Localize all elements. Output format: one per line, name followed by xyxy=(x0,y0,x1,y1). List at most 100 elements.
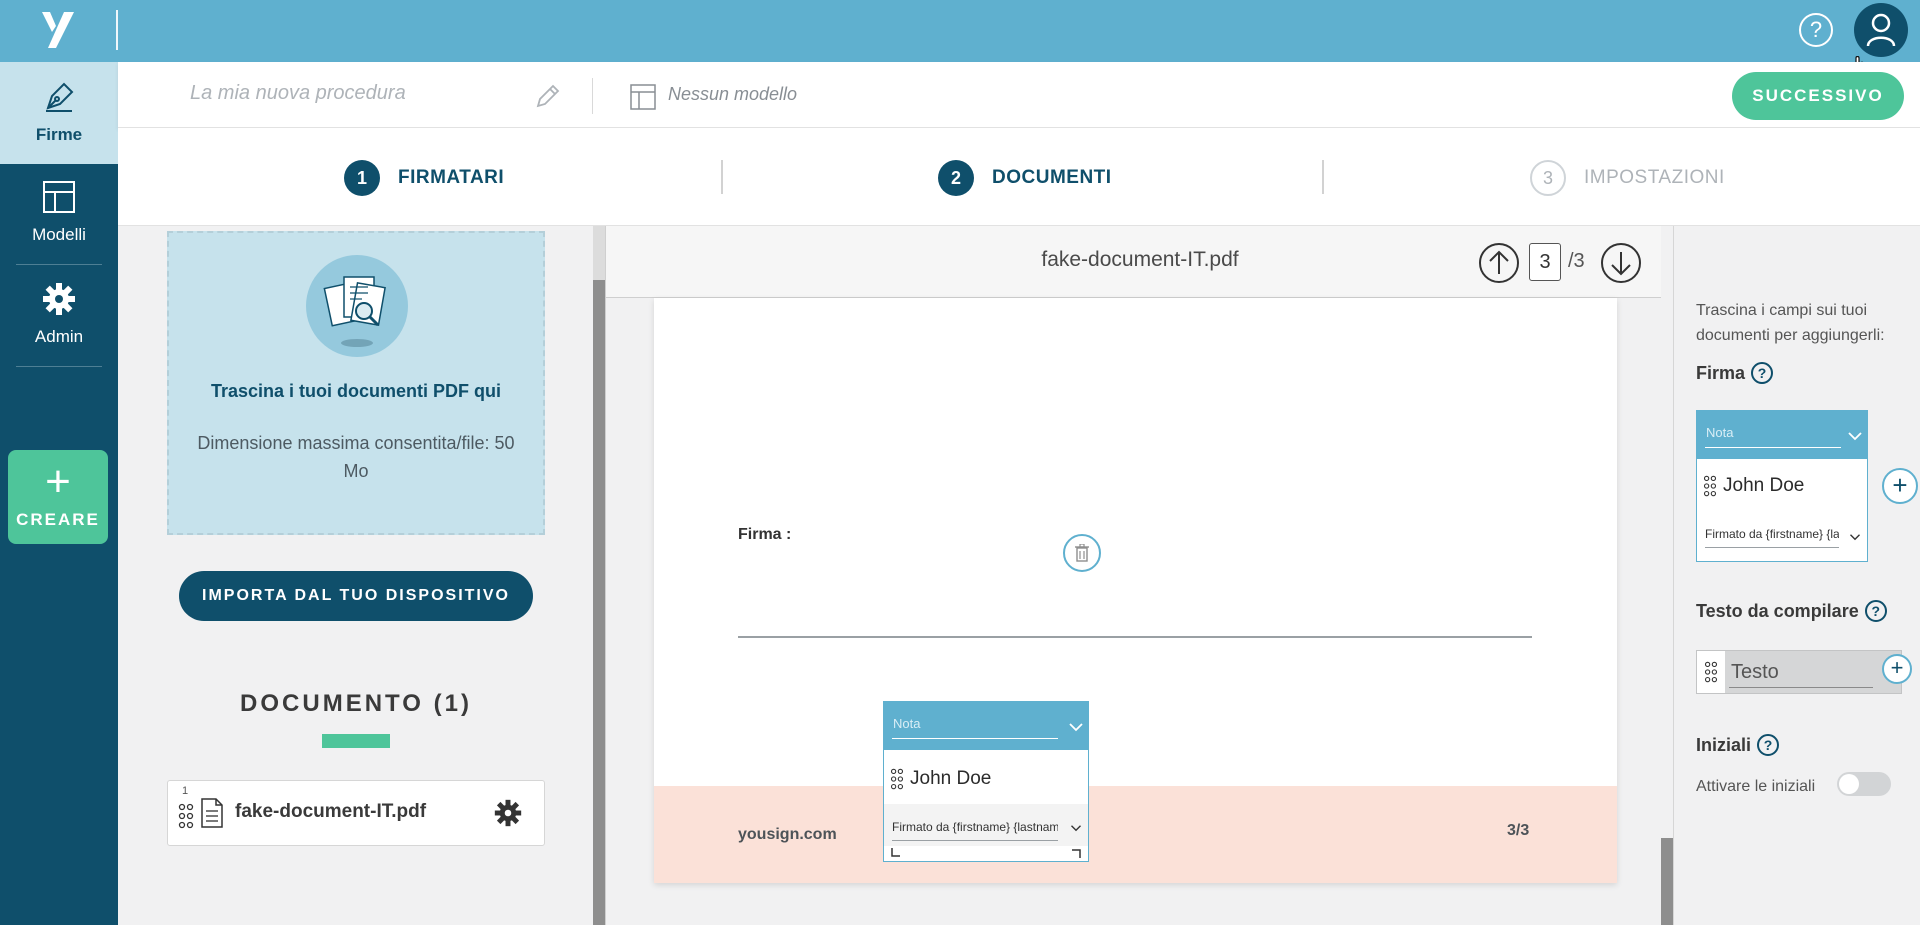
page-footer: yousign.com 3/3 xyxy=(654,786,1617,883)
chevron-down-icon xyxy=(1848,432,1862,441)
help-icon[interactable]: ? xyxy=(1799,13,1833,47)
signed-by-select[interactable]: Firmato da {firstname} {lastname} xyxy=(1705,527,1839,541)
add-firma-button[interactable]: + xyxy=(1882,468,1918,504)
note-underline xyxy=(1705,447,1841,448)
note-select[interactable]: Nota xyxy=(884,702,1088,750)
documents-heading: DOCUMENTO (1) xyxy=(240,690,472,717)
note-underline xyxy=(892,738,1058,739)
step-documenti[interactable]: 2 DOCUMENTI xyxy=(938,160,1112,196)
viewer-scrollbar[interactable] xyxy=(1661,838,1673,925)
nav-item-admin[interactable]: Admin xyxy=(0,282,118,347)
pdf-page: Firma : yousign.com 3/3 Nota John Doe Fi… xyxy=(654,298,1617,883)
heading-underline xyxy=(322,734,390,748)
step-divider xyxy=(721,160,723,194)
step-label: FIRMATARI xyxy=(398,167,505,188)
nav-item-firme[interactable]: Firme xyxy=(0,62,118,164)
step-number: 2 xyxy=(938,160,974,196)
grip-area xyxy=(1697,651,1725,693)
header-divider xyxy=(592,78,593,114)
nav-divider xyxy=(16,264,102,265)
grip-icon[interactable] xyxy=(1703,475,1717,497)
pen-icon xyxy=(46,82,74,112)
help-icon[interactable]: ? xyxy=(1864,600,1887,622)
testo-underline xyxy=(1729,687,1873,688)
arrow-down-icon[interactable] xyxy=(1600,242,1642,284)
pdf-dropzone[interactable]: Trascina i tuoi documenti PDF qui Dimens… xyxy=(167,231,545,535)
firma-field-template[interactable]: Nota John Doe Firmato da {firstname} {la… xyxy=(1696,410,1868,562)
add-testo-button[interactable]: + xyxy=(1882,654,1912,684)
note-select[interactable]: Nota xyxy=(1697,411,1867,459)
step-number: 3 xyxy=(1530,160,1566,196)
signer-name: John Doe xyxy=(1723,475,1805,496)
next-button[interactable]: SUCCESSIVO xyxy=(1732,72,1904,120)
help-icon[interactable]: ? xyxy=(1751,362,1774,384)
nav-item-label: Modelli xyxy=(32,225,86,244)
top-bar: ? xyxy=(0,0,1920,78)
step-label: DOCUMENTI xyxy=(992,167,1112,188)
pencil-icon[interactable] xyxy=(534,82,562,110)
logo-icon[interactable] xyxy=(40,10,78,50)
nav-item-label: Firme xyxy=(35,125,83,144)
nav-item-modelli[interactable]: Modelli xyxy=(0,180,118,245)
chevron-down-icon xyxy=(1071,825,1081,832)
grip-icon[interactable] xyxy=(178,803,194,829)
left-scrollbar-track xyxy=(593,226,605,280)
document-filename: fake-document-IT.pdf xyxy=(235,801,427,822)
help-icon[interactable]: ? xyxy=(1757,734,1780,756)
page-number-input[interactable]: 3 xyxy=(1529,243,1561,281)
nav-item-label: Admin xyxy=(34,327,84,346)
stepper: 1 FIRMATARI 2 DOCUMENTI 3 IMPOSTAZIONI xyxy=(118,128,1920,226)
gear-icon[interactable] xyxy=(494,799,522,827)
procedure-header: La mia nuova procedura Nessun modello SU… xyxy=(118,62,1920,128)
note-placeholder: Nota xyxy=(1706,425,1734,440)
document-item[interactable]: 1 fake-document-IT.pdf xyxy=(167,780,545,846)
create-button[interactable]: + CREARE xyxy=(8,450,108,544)
viewer-scrollbar-track xyxy=(1661,226,1673,925)
signer-name: John Doe xyxy=(910,768,992,789)
signature-line xyxy=(738,636,1532,638)
left-nav: Firme Modelli Admin + CREARE xyxy=(0,62,118,925)
signed-by-underline xyxy=(892,840,1058,841)
testo-section-title: Testo da compilare ? xyxy=(1696,600,1887,622)
plus-icon: + xyxy=(45,457,71,506)
model-selector[interactable]: Nessun modello xyxy=(668,84,797,105)
delete-field-button[interactable] xyxy=(1063,534,1101,572)
testo-field-template[interactable]: Testo xyxy=(1696,650,1902,694)
logo-divider xyxy=(116,10,118,50)
signed-by-select[interactable]: Firmato da {firstname} {lastname} xyxy=(892,820,1058,834)
chevron-down-icon xyxy=(1850,534,1860,541)
step-number: 1 xyxy=(344,160,380,196)
document-viewer: fake-document-IT.pdf 3 /3 Firma : yousig… xyxy=(605,226,1674,925)
document-index: 1 xyxy=(182,785,189,797)
left-scrollbar[interactable] xyxy=(593,280,605,925)
grip-icon[interactable] xyxy=(890,768,904,790)
signature-field[interactable]: Nota John Doe Firmato da {firstname} {la… xyxy=(883,701,1089,862)
viewer-header: fake-document-IT.pdf 3 /3 xyxy=(606,226,1674,298)
firma-title: Firma xyxy=(1696,362,1746,383)
fields-hint: Trascina i campi sui tuoi documenti per … xyxy=(1696,302,1885,344)
create-label: CREARE xyxy=(16,510,100,529)
toggle-knob xyxy=(1839,774,1859,794)
procedure-name-input[interactable]: La mia nuova procedura xyxy=(190,82,406,105)
testo-title: Testo da compilare xyxy=(1696,600,1859,621)
note-placeholder: Nota xyxy=(893,716,921,731)
resize-handle-icon[interactable] xyxy=(890,848,900,858)
signed-by-underline xyxy=(1705,547,1839,548)
step-divider xyxy=(1322,160,1324,194)
arrow-up-icon[interactable] xyxy=(1478,242,1520,284)
testo-placeholder: Testo xyxy=(1731,661,1779,683)
footer-page-number: 3/3 xyxy=(1507,822,1530,839)
iniziali-section-title: Iniziali ? xyxy=(1696,734,1780,756)
nav-divider xyxy=(16,366,102,367)
avatar[interactable] xyxy=(1854,3,1908,57)
import-button[interactable]: IMPORTA DAL TUO DISPOSITIVO xyxy=(179,571,533,621)
step-impostazioni[interactable]: 3 IMPOSTAZIONI xyxy=(1530,160,1725,196)
iniziali-toggle-label: Attivare le iniziali xyxy=(1696,778,1816,795)
document-search-icon xyxy=(306,255,408,357)
iniziali-toggle[interactable] xyxy=(1837,772,1891,796)
dropzone-title: Trascina i tuoi documenti PDF qui xyxy=(210,381,502,401)
template-icon xyxy=(630,84,656,110)
grip-icon[interactable] xyxy=(1704,661,1718,683)
resize-handle-icon[interactable] xyxy=(1072,848,1082,858)
step-firmatari[interactable]: 1 FIRMATARI xyxy=(344,160,504,196)
